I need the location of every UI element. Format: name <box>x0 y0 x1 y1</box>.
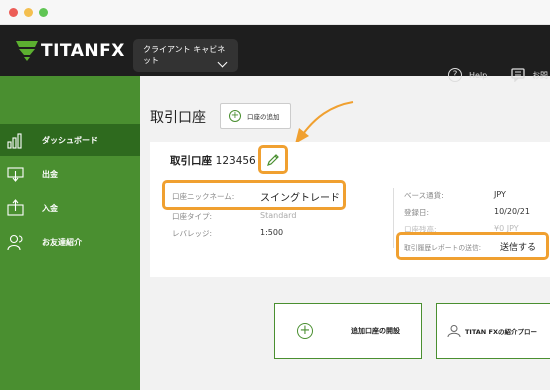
leverage-value: 1:500 <box>260 228 284 237</box>
plus-icon: + <box>229 110 241 122</box>
base-currency-value: JPY <box>494 190 506 199</box>
registration-date-label: 登録日: <box>404 208 430 217</box>
withdraw-icon <box>7 167 24 182</box>
help-label: Help <box>469 70 488 80</box>
titan-logo-icon <box>16 41 38 61</box>
chat-icon <box>511 68 525 82</box>
open-account-label: 追加口座の開設 <box>351 327 400 335</box>
base-currency-label: ベース通貨: <box>404 191 444 200</box>
top-navbar: TITANFX ? Help お問 <box>0 25 550 82</box>
deposit-icon <box>7 199 24 216</box>
client-cabinet-dropdown[interactable]: クライアント キャビネット <box>133 39 238 72</box>
sidebar: ダッシュボード 出金 入金 お友達紹介 <box>0 76 140 390</box>
account-type-value: Standard <box>260 211 297 220</box>
open-additional-account-button[interactable]: + 追加口座の開設 <box>274 303 422 359</box>
titan-fx-logo[interactable]: TITANFX <box>16 40 125 62</box>
sidebar-item-dashboard[interactable]: ダッシュボード <box>0 124 140 156</box>
add-account-button[interactable]: + 口座の追加 <box>220 103 291 129</box>
leverage-label: レバレッジ: <box>172 229 213 238</box>
help-link[interactable]: ? Help <box>448 67 487 83</box>
add-account-label: 口座の追加 <box>247 113 280 121</box>
referral-label: TITAN FXの紹介プロー <box>465 328 537 336</box>
chevron-down-icon <box>217 57 228 68</box>
logo-fx: FX <box>99 41 125 61</box>
referral-icon <box>7 234 23 251</box>
sidebar-item-label: 入金 <box>42 203 58 213</box>
report-value[interactable]: 送信する <box>500 240 536 253</box>
report-label: 取引履歴レポートの送信: <box>404 244 482 252</box>
account-title: 取引口座 123456 <box>170 153 256 168</box>
logo-text: TITANFX <box>41 41 125 61</box>
question-icon: ? <box>448 68 462 82</box>
edit-account-button[interactable] <box>258 145 288 174</box>
maximize-window-button[interactable] <box>39 8 48 17</box>
user-icon <box>447 325 461 338</box>
sidebar-item-label: お友達紹介 <box>42 237 82 247</box>
plus-circle-icon: + <box>297 323 313 339</box>
nickname-value[interactable]: スイングトレード <box>260 189 340 204</box>
page-title: 取引口座 <box>150 110 206 126</box>
account-type-label: 口座タイプ: <box>172 212 213 221</box>
registration-date-value: 10/20/21 <box>494 207 530 216</box>
account-number: 123456 <box>215 155 256 167</box>
pencil-icon <box>267 153 279 166</box>
account-title-label: 取引口座 <box>170 155 212 167</box>
contact-label: お問 <box>532 70 548 80</box>
bar-chart-icon <box>7 133 22 149</box>
contact-link[interactable]: お問 <box>511 67 548 83</box>
close-window-button[interactable] <box>9 8 18 17</box>
sidebar-item-deposit[interactable]: 入金 <box>0 192 140 224</box>
sidebar-item-label: 出金 <box>42 169 58 179</box>
window-titlebar <box>0 0 550 25</box>
sidebar-item-referral[interactable]: お友達紹介 <box>0 226 140 258</box>
sidebar-item-label: ダッシュボード <box>42 135 98 145</box>
logo-main: TITAN <box>41 41 100 61</box>
referral-program-button[interactable]: TITAN FXの紹介プロー <box>436 303 550 359</box>
nickname-label: 口座ニックネーム: <box>172 192 235 201</box>
sidebar-item-withdraw[interactable]: 出金 <box>0 158 140 190</box>
minimize-window-button[interactable] <box>24 8 33 17</box>
cabinet-label: クライアント キャビネット <box>143 45 226 65</box>
column-divider <box>393 188 394 248</box>
